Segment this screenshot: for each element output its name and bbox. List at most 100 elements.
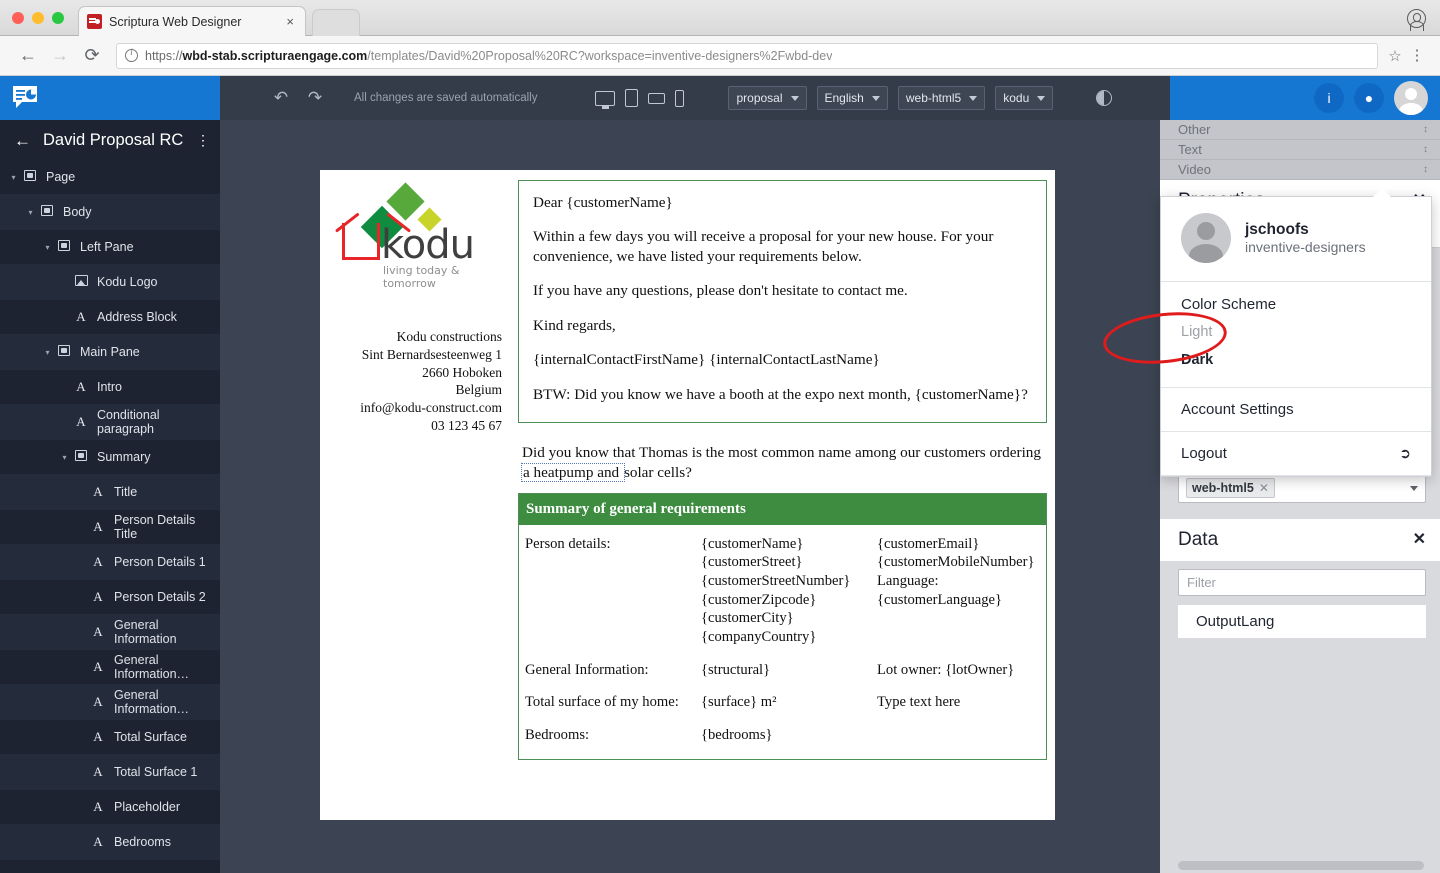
resize-handle-icon[interactable]: ↕	[1423, 144, 1428, 155]
forward-button[interactable]: →	[44, 41, 76, 71]
tree-item-label: Title	[114, 485, 138, 499]
text-icon: A	[93, 518, 103, 534]
frame-icon	[55, 240, 73, 254]
phone-preview-icon[interactable]	[675, 89, 685, 107]
summary-line: {customerStreetNumber}	[701, 573, 851, 590]
collapsed-section-other[interactable]: Other ↕	[1160, 120, 1440, 140]
expand-caret-icon[interactable]: ▾	[59, 453, 70, 462]
logout-item[interactable]: Logout ➲	[1161, 432, 1431, 476]
tree-item-total-surface[interactable]: A Total Surface	[0, 720, 220, 755]
summary-line: {customerLanguage}	[877, 591, 1003, 608]
resize-handle-icon[interactable]: ↕	[1423, 124, 1428, 135]
kodu-logo[interactable]: kodu living today & tomorrow	[334, 180, 497, 290]
remove-chip-icon[interactable]: ✕	[1259, 481, 1269, 495]
close-window-button[interactable]	[12, 12, 24, 24]
summary-row-label: General Information:	[525, 661, 701, 680]
tree-item-title[interactable]: A Title	[0, 475, 220, 510]
resize-handle-icon[interactable]: ↕	[1423, 164, 1428, 175]
browser-menu-icon[interactable]: ⋮	[1406, 48, 1428, 63]
document-page[interactable]: kodu living today & tomorrow Kodu constr…	[320, 170, 1055, 820]
bookmark-star-icon[interactable]: ☆	[1384, 47, 1406, 65]
tree-item-intro[interactable]: A Intro	[0, 370, 220, 405]
summary-row-extra: Type text here	[877, 693, 1040, 712]
dropdown-arrow	[1373, 188, 1391, 197]
sidebar-back-icon[interactable]: ←	[14, 132, 31, 149]
expand-caret-icon[interactable]: ▾	[42, 243, 53, 252]
chevron-down-icon[interactable]	[1410, 485, 1418, 491]
minimize-window-button[interactable]	[32, 12, 44, 24]
cond-before: Did you know that Thomas is the most com…	[522, 444, 1041, 462]
account-settings-label: Account Settings	[1181, 401, 1294, 418]
tree-item-placeholder[interactable]: A Placeholder	[0, 790, 220, 825]
output-type-chip[interactable]: web-html5 ✕	[1186, 478, 1275, 498]
main-pane[interactable]: Dear {customerName} Within a few days you…	[518, 170, 1055, 820]
browser-tab[interactable]: Scriptura Web Designer ×	[78, 6, 306, 36]
tree-item-main-pane[interactable]: ▾ Main Pane	[0, 335, 220, 370]
color-scheme-option-light[interactable]: Light	[1161, 319, 1431, 345]
scriptura-logo-icon[interactable]	[12, 85, 42, 111]
toolbar-select-brand[interactable]: kodu	[995, 86, 1054, 110]
summary-row-label: Person details:	[525, 535, 701, 647]
redo-button[interactable]: ↷	[298, 76, 332, 120]
summary-table[interactable]: Summary of general requirements Person d…	[518, 492, 1047, 760]
notifications-button[interactable]: ●	[1354, 83, 1384, 113]
tree-item-page[interactable]: ▾ Page	[0, 160, 220, 195]
address-bar[interactable]: https://wbd-stab.scripturaengage.com/tem…	[116, 42, 1378, 69]
tree-item-bedrooms[interactable]: A Bedrooms	[0, 825, 220, 860]
reload-button[interactable]: ⟳	[76, 41, 108, 71]
user-avatar[interactable]	[1394, 81, 1428, 115]
tree-item-conditional-paragraph[interactable]: A Conditional paragraph	[0, 405, 220, 440]
summary-row: Total surface of my home: {surface} m² Typ…	[525, 693, 1040, 712]
conditional-paragraph[interactable]: Did you know that Thomas is the most com…	[520, 443, 1047, 483]
tree-item-kodu-logo[interactable]: Kodu Logo	[0, 265, 220, 300]
browser-toolbar: ← → ⟳ https://wbd-stab.scripturaengage.c…	[0, 36, 1440, 76]
tree-item-address-block[interactable]: A Address Block	[0, 300, 220, 335]
intro-text-block[interactable]: Dear {customerName} Within a few days you…	[518, 180, 1047, 424]
output-types-field[interactable]: web-html5 ✕	[1178, 473, 1426, 503]
data-collapse-icon[interactable]: ✕	[1413, 532, 1426, 548]
collapsed-section-video[interactable]: Video ↕	[1160, 160, 1440, 180]
tablet-preview-icon[interactable]	[625, 89, 639, 107]
toolbar-select-language[interactable]: English	[816, 86, 888, 110]
account-settings-item[interactable]: Account Settings	[1161, 388, 1431, 432]
tree-item-general-information[interactable]: A General Information…	[0, 685, 220, 720]
preview-toggle-button[interactable]	[1087, 76, 1121, 120]
tree-item-general-information[interactable]: A General Information	[0, 615, 220, 650]
data-filter-input[interactable]: Filter	[1178, 569, 1426, 596]
info-button[interactable]: i	[1314, 83, 1344, 113]
collapsed-section-text[interactable]: Text ↕	[1160, 140, 1440, 160]
toolbar-select-data-source[interactable]: proposal	[728, 86, 807, 110]
toolbar-select-output-type[interactable]: web-html5	[897, 86, 986, 110]
tree-item-body[interactable]: ▾ Body	[0, 195, 220, 230]
close-tab-icon[interactable]: ×	[283, 14, 297, 29]
sidebar-menu-icon[interactable]: ⋮	[196, 133, 210, 147]
desktop-preview-icon[interactable]	[595, 90, 616, 109]
site-info-icon[interactable]	[125, 48, 138, 62]
maximize-window-button[interactable]	[52, 12, 64, 24]
expand-caret-icon[interactable]: ▾	[42, 348, 53, 357]
tree-item-left-pane[interactable]: ▾ Left Pane	[0, 230, 220, 265]
tree-item-person-details-title[interactable]: A Person Details Title	[0, 510, 220, 545]
left-pane[interactable]: kodu living today & tomorrow Kodu constr…	[320, 170, 518, 820]
address-block[interactable]: Kodu constructions Sint Bernardsesteenweg…	[326, 328, 508, 435]
undo-button[interactable]: ↶	[264, 76, 298, 120]
tree-item-person-details-2[interactable]: A Person Details 2	[0, 580, 220, 615]
new-tab-button[interactable]	[312, 9, 360, 36]
back-button[interactable]: ←	[12, 41, 44, 71]
tree-item-total-surface-1[interactable]: A Total Surface 1	[0, 755, 220, 790]
landscape-preview-icon[interactable]	[648, 92, 666, 104]
right-panel-horizontal-scrollbar[interactable]	[1178, 861, 1424, 870]
tree-item-label: General Information	[114, 618, 177, 646]
tree-item-person-details-1[interactable]: A Person Details 1	[0, 545, 220, 580]
text-icon: A	[93, 623, 103, 639]
expand-caret-icon[interactable]: ▾	[25, 208, 36, 217]
tree-item-general-information[interactable]: A General Information…	[0, 650, 220, 685]
browser-profile-icon[interactable]	[1407, 9, 1426, 31]
text-icon: A	[93, 834, 103, 849]
tree-item-label: Address Block	[97, 310, 177, 324]
color-scheme-option-dark[interactable]: Dark	[1161, 345, 1431, 373]
expand-caret-icon[interactable]: ▾	[8, 173, 19, 182]
data-list-item[interactable]: OutputLang	[1178, 605, 1426, 638]
text-icon: A	[93, 799, 103, 814]
tree-item-summary[interactable]: ▾ Summary	[0, 440, 220, 475]
